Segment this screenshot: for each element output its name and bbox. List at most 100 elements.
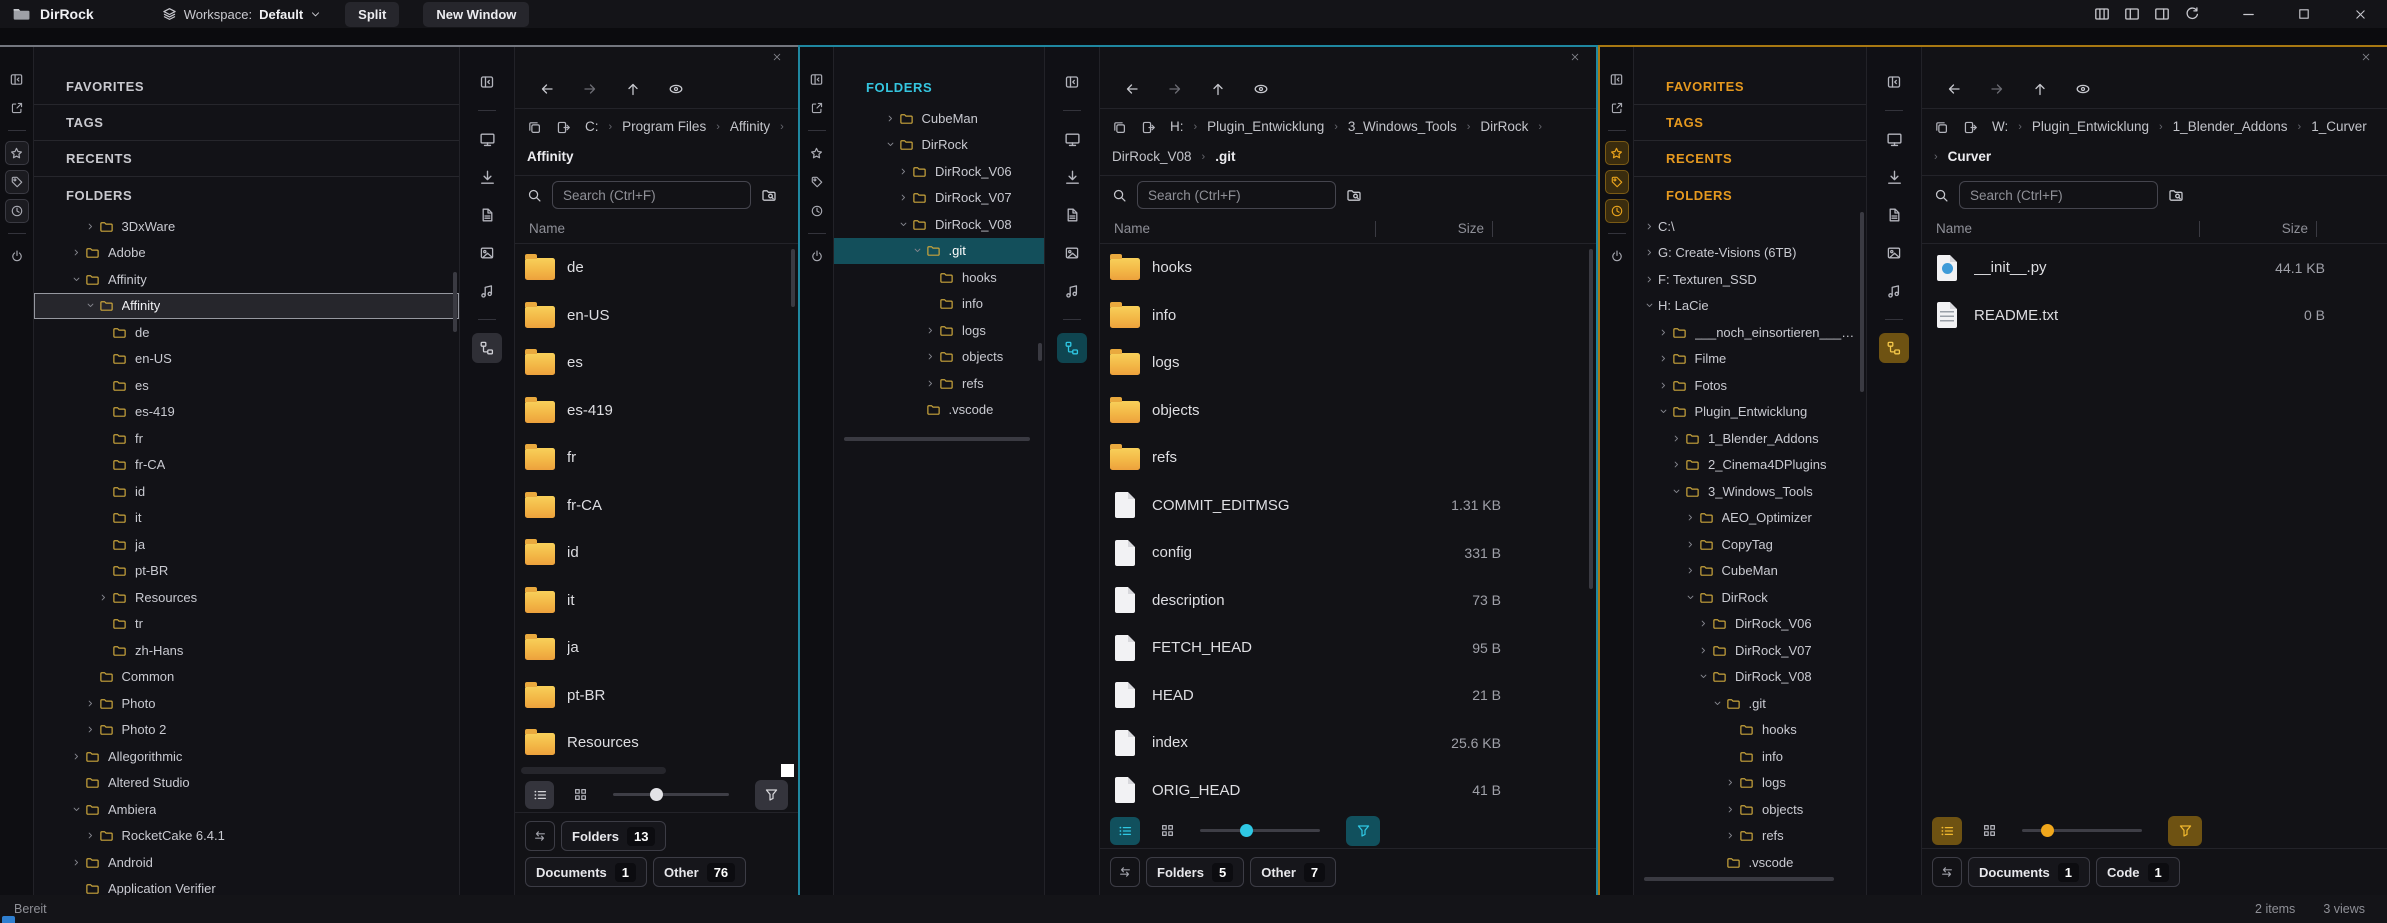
list-view-button[interactable] — [1110, 817, 1140, 845]
tree-item[interactable]: Adobe — [34, 240, 459, 267]
chevron-right-icon[interactable] — [1644, 274, 1658, 285]
chevron-right-icon[interactable] — [71, 247, 85, 258]
tree-item[interactable]: 2_Cinema4DPlugins — [1634, 452, 1866, 479]
tree-item[interactable]: Plugin_Entwicklung — [1634, 399, 1866, 426]
monitor-icon[interactable] — [1057, 124, 1087, 154]
chevron-down-icon[interactable] — [912, 245, 926, 256]
breadcrumb-item[interactable]: Curver — [1948, 147, 1992, 167]
tree-item[interactable]: ja — [34, 531, 459, 558]
slider-handle[interactable] — [1240, 824, 1253, 837]
chevron-right-icon[interactable] — [1685, 565, 1699, 576]
file-type-badge[interactable]: Documents1 — [1968, 857, 2090, 887]
list-view-button[interactable] — [1932, 817, 1962, 845]
chevron-down-icon[interactable] — [71, 804, 85, 815]
tree-item[interactable]: fr — [34, 425, 459, 452]
search-input[interactable] — [1959, 181, 2158, 209]
close-pane-button[interactable] — [2361, 52, 2371, 62]
filter-button[interactable] — [2168, 816, 2202, 846]
tree-item[interactable]: H: LaCie — [1634, 293, 1866, 320]
chevron-right-icon[interactable] — [1644, 247, 1658, 258]
file-type-badge[interactable]: Code1 — [2096, 857, 2180, 887]
chevron-down-icon[interactable] — [1698, 671, 1712, 682]
tree-item[interactable]: logs — [834, 317, 1044, 344]
power-icon[interactable] — [805, 244, 829, 268]
copy-button[interactable] — [527, 120, 542, 135]
tree-scrollbar[interactable] — [1860, 212, 1864, 392]
tree-scrollbar[interactable] — [1038, 343, 1042, 361]
file-row[interactable]: fr — [515, 434, 798, 482]
folder-search-icon[interactable] — [761, 187, 777, 203]
breadcrumb-item[interactable]: H: — [1170, 117, 1184, 137]
tree-item[interactable]: DirRock_V07 — [834, 185, 1044, 212]
external-link-icon[interactable] — [805, 96, 829, 120]
file-row[interactable]: description73 B — [1100, 577, 1596, 625]
file-type-badge[interactable]: Folders5 — [1146, 857, 1244, 887]
column-header-name[interactable]: Name — [1936, 221, 2191, 236]
file-row[interactable]: fr-CA — [515, 482, 798, 530]
column-divider[interactable] — [1375, 221, 1376, 237]
tree-item[interactable]: Altered Studio — [34, 770, 459, 797]
monitor-icon[interactable] — [472, 124, 502, 154]
tree-item[interactable]: refs — [1634, 823, 1866, 850]
tree-item[interactable]: RocketCake 6.4.1 — [34, 823, 459, 850]
chevron-right-icon[interactable] — [1698, 618, 1712, 629]
filter-button[interactable] — [1346, 816, 1380, 846]
tree-item[interactable]: .git — [834, 238, 1044, 265]
folder-search-icon[interactable] — [1346, 187, 1362, 203]
breadcrumb-item[interactable]: DirRock — [1480, 117, 1528, 137]
image-icon[interactable] — [472, 238, 502, 268]
star-icon[interactable] — [5, 141, 29, 165]
tree-item[interactable]: .vscode — [1634, 849, 1866, 876]
breadcrumb-item[interactable]: Plugin_Entwicklung — [1207, 117, 1324, 137]
music-icon[interactable] — [1879, 276, 1909, 306]
tag-icon[interactable] — [5, 170, 29, 194]
three-columns-button[interactable] — [2087, 2, 2117, 26]
search-input[interactable] — [1137, 181, 1336, 209]
grid-view-button[interactable] — [1974, 817, 2004, 845]
paste-export-button[interactable] — [1963, 120, 1978, 135]
preview-eye-button[interactable] — [668, 81, 684, 97]
tree-item[interactable]: AEO_Optimizer — [1634, 505, 1866, 532]
paste-export-button[interactable] — [1141, 120, 1156, 135]
slider-handle[interactable] — [2041, 824, 2054, 837]
chevron-right-icon[interactable] — [85, 724, 99, 735]
download-icon[interactable] — [1057, 162, 1087, 192]
tree-item[interactable]: Affinity — [34, 266, 459, 293]
chevron-right-icon[interactable] — [85, 830, 99, 841]
panel-right-button[interactable] — [2147, 2, 2177, 26]
tree-item[interactable]: 3_Windows_Tools — [1634, 478, 1866, 505]
tag-icon[interactable] — [805, 170, 829, 194]
file-row[interactable]: HEAD21 B — [1100, 672, 1596, 720]
forward-button[interactable] — [1167, 81, 1183, 97]
tree-item[interactable]: Allegorithmic — [34, 743, 459, 770]
folder-search-icon[interactable] — [2168, 187, 2184, 203]
chevron-right-icon[interactable] — [1658, 327, 1672, 338]
image-icon[interactable] — [1057, 238, 1087, 268]
tree-item[interactable]: .git — [1634, 690, 1866, 717]
file-type-badge[interactable]: Other7 — [1250, 857, 1336, 887]
close-pane-button[interactable] — [772, 52, 782, 62]
filter-button[interactable] — [755, 780, 788, 810]
tree-item[interactable]: es — [34, 372, 459, 399]
tree-item[interactable]: it — [34, 505, 459, 532]
breadcrumb-item[interactable]: 1_Curver — [2311, 117, 2367, 137]
horizontal-scrollbar[interactable] — [517, 764, 796, 777]
panel-left-button[interactable] — [2117, 2, 2147, 26]
chevron-right-icon[interactable] — [1644, 221, 1658, 232]
preview-eye-button[interactable] — [2075, 81, 2091, 97]
tree-item[interactable]: Fotos — [1634, 372, 1866, 399]
close-pane-button[interactable] — [1570, 52, 1580, 62]
minimize-button[interactable] — [2233, 2, 2263, 26]
tree-item[interactable]: DirRock — [1634, 584, 1866, 611]
breadcrumb-item[interactable]: C: — [585, 117, 599, 137]
external-link-icon[interactable] — [1605, 96, 1629, 120]
tree-item[interactable]: Common — [34, 664, 459, 691]
star-icon[interactable] — [1605, 141, 1629, 165]
close-button[interactable] — [2345, 2, 2375, 26]
chevron-down-icon[interactable] — [1671, 486, 1685, 497]
file-row[interactable]: Resources — [515, 719, 798, 764]
tree-item[interactable]: Android — [34, 849, 459, 876]
tree-section-header[interactable]: FAVORITES — [1634, 69, 1866, 105]
up-button[interactable] — [625, 81, 641, 97]
panel-toggle-icon[interactable] — [805, 67, 829, 91]
